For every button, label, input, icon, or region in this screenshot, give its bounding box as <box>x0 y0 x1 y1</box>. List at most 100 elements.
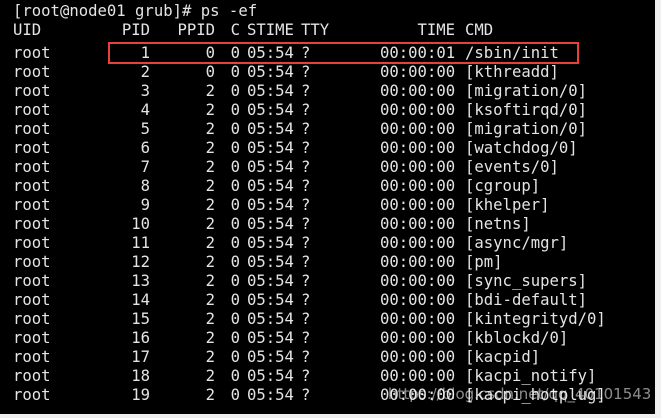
cell-time: 00:00:00 <box>380 63 456 81</box>
cell-ppid: 2 <box>205 253 215 271</box>
cell-pid: 5 <box>140 120 150 138</box>
cell-c: 0 <box>230 386 240 404</box>
cell-time: 00:00:00 <box>380 196 456 214</box>
cell-uid: root <box>13 44 51 62</box>
cell-stime: 05:54 <box>247 386 294 404</box>
cell-c: 0 <box>230 272 240 290</box>
cell-ppid: 0 <box>205 44 215 62</box>
cell-uid: root <box>13 253 51 271</box>
cell-pid: 14 <box>131 291 150 309</box>
cell-ppid: 2 <box>205 139 215 157</box>
terminal-output: [root@node01 grub]# ps -ef UID PID PPID … <box>0 0 606 404</box>
cell-pid: 6 <box>140 139 150 157</box>
prompt-text: [root@node01 grub]# ps -ef <box>13 2 258 20</box>
cell-tty: ? <box>301 158 311 176</box>
cell-c: 0 <box>230 120 240 138</box>
cell-uid: root <box>13 272 51 290</box>
cell-tty: ? <box>301 82 311 100</box>
cell-time: 00:00:00 <box>380 348 456 366</box>
cell-stime: 05:54 <box>247 291 294 309</box>
cell-cmd: [kacpi_hotplug] <box>465 386 606 404</box>
cell-uid: root <box>13 348 51 366</box>
cell-stime: 05:54 <box>247 234 294 252</box>
cell-cmd: [watchdog/0] <box>465 139 578 157</box>
cell-stime: 05:54 <box>247 329 294 347</box>
cell-tty: ? <box>301 101 311 119</box>
cell-c: 0 <box>230 215 240 233</box>
cell-time: 00:00:00 <box>380 291 456 309</box>
cell-cmd: [kacpi_notify] <box>465 367 597 385</box>
cell-time: 00:00:00 <box>380 139 456 157</box>
cell-tty: ? <box>301 139 311 157</box>
cell-cmd: [kthreadd] <box>465 63 559 81</box>
cell-stime: 05:54 <box>247 348 294 366</box>
cell-uid: root <box>13 177 51 195</box>
cell-uid: root <box>13 291 51 309</box>
prompt-line: [root@node01 grub]# ps -ef <box>0 2 257 21</box>
cell-tty: ? <box>301 215 311 233</box>
cell-uid: root <box>13 101 51 119</box>
cell-ppid: 2 <box>205 215 215 233</box>
cell-c: 0 <box>230 82 240 100</box>
cell-c: 0 <box>230 329 240 347</box>
cell-tty: ? <box>301 120 311 138</box>
cell-cmd: [events/0] <box>465 158 559 176</box>
header-time: TIME <box>417 21 455 39</box>
cell-ppid: 2 <box>205 310 215 328</box>
cell-cmd: [cgroup] <box>465 177 541 195</box>
cell-c: 0 <box>230 177 240 195</box>
cell-stime: 05:54 <box>247 177 294 195</box>
cell-stime: 05:54 <box>247 253 294 271</box>
cell-ppid: 2 <box>205 120 215 138</box>
cell-c: 0 <box>230 291 240 309</box>
cell-c: 0 <box>230 196 240 214</box>
header-tty: TTY <box>301 21 330 39</box>
cell-stime: 05:54 <box>247 139 294 157</box>
cell-ppid: 2 <box>205 101 215 119</box>
cell-stime: 05:54 <box>247 44 294 62</box>
cell-pid: 8 <box>140 177 150 195</box>
cell-c: 0 <box>230 234 240 252</box>
cell-time: 00:00:00 <box>380 101 456 119</box>
header-ppid: PPID <box>177 21 215 39</box>
cell-time: 00:00:00 <box>380 253 456 271</box>
cell-pid: 11 <box>131 234 150 252</box>
cell-c: 0 <box>230 101 240 119</box>
cell-uid: root <box>13 234 51 252</box>
cell-time: 00:00:00 <box>380 367 456 385</box>
cell-stime: 05:54 <box>247 101 294 119</box>
header-cmd: CMD <box>465 21 494 39</box>
cell-cmd: [migration/0] <box>465 120 588 138</box>
cell-cmd: [bdi-default] <box>465 291 588 309</box>
cell-tty: ? <box>301 196 311 214</box>
cell-uid: root <box>13 386 51 404</box>
cell-ppid: 2 <box>205 329 215 347</box>
cell-cmd: [sync_supers] <box>465 272 588 290</box>
cell-tty: ? <box>301 272 311 290</box>
cell-cmd: /sbin/init <box>465 44 559 62</box>
cell-pid: 3 <box>140 82 150 100</box>
table-header: UID PID PPID C STIME TTY TIME CMD <box>0 21 493 40</box>
cell-uid: root <box>13 158 51 176</box>
cell-c: 0 <box>230 44 240 62</box>
terminal-window[interactable]: [root@node01 grub]# ps -ef UID PID PPID … <box>0 0 661 418</box>
cell-time: 00:00:00 <box>380 386 456 404</box>
header-pid: PID <box>121 21 150 39</box>
cell-pid: 4 <box>140 101 150 119</box>
cell-ppid: 2 <box>205 291 215 309</box>
cell-ppid: 2 <box>205 386 215 404</box>
cell-tty: ? <box>301 348 311 366</box>
cell-pid: 17 <box>131 348 150 366</box>
cell-time: 00:00:00 <box>380 177 456 195</box>
cell-pid: 16 <box>131 329 150 347</box>
cell-tty: ? <box>301 367 311 385</box>
cell-cmd: [kintegrityd/0] <box>465 310 606 328</box>
cell-uid: root <box>13 196 51 214</box>
header-c: C <box>230 21 240 39</box>
cell-tty: ? <box>301 234 311 252</box>
cell-pid: 10 <box>131 215 150 233</box>
cell-ppid: 2 <box>205 272 215 290</box>
cell-time: 00:00:00 <box>380 215 456 233</box>
cell-c: 0 <box>230 367 240 385</box>
cell-time: 00:00:00 <box>380 310 456 328</box>
